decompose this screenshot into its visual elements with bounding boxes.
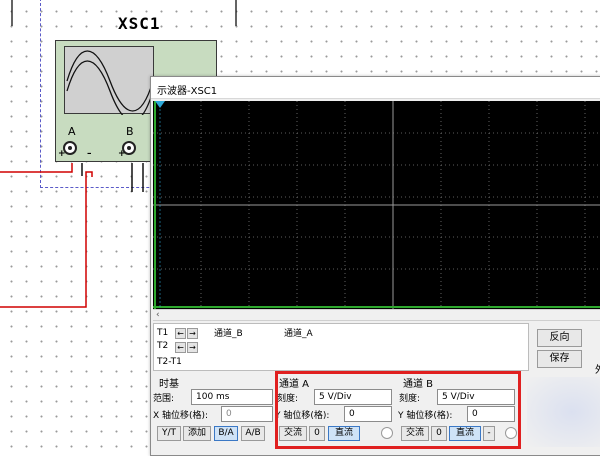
mode-ba-button[interactable]: B/A xyxy=(214,426,238,441)
reverse-button[interactable]: 反向 xyxy=(537,329,582,347)
t2-left-arrow-icon[interactable]: ← xyxy=(175,342,186,353)
scroll-left-icon[interactable]: ‹ xyxy=(156,310,166,320)
channel-b-terminal-label: B xyxy=(126,125,134,138)
oscilloscope-symbol-screen xyxy=(64,46,154,122)
channel-b-plus-sign: + xyxy=(118,149,126,159)
channel-a-minus-sign: – xyxy=(87,149,92,159)
mode-add-button[interactable]: 添加 xyxy=(183,426,211,441)
red-wire-right xyxy=(0,171,93,308)
t1-label: T1 xyxy=(157,328,169,338)
timebase-range-input[interactable]: 100 ms xyxy=(191,389,273,405)
watermark-decoration xyxy=(527,377,600,447)
channel-settings-highlight xyxy=(275,371,521,449)
t1-left-arrow-icon[interactable]: ← xyxy=(175,328,186,339)
timebase-range-label: 范围: xyxy=(153,394,175,404)
t2-label: T2 xyxy=(157,341,169,351)
save-button[interactable]: 保存 xyxy=(537,350,582,368)
t2-right-arrow-icon[interactable]: → xyxy=(187,342,198,353)
instrument-label: XSC1 xyxy=(118,14,161,33)
external-trigger-label: 外 xyxy=(595,361,600,376)
timebase-x-position-input[interactable]: 0 xyxy=(221,406,273,422)
oscilloscope-window: 示波器-XSC1 ‹ T1 T2 T2-T1 ← → ← → 通道_B 通道_A… xyxy=(150,76,600,456)
red-wire-top xyxy=(0,163,73,173)
timebase-x-position-label: X 轴位移(格): xyxy=(153,411,209,421)
mode-ab-button[interactable]: A/B xyxy=(241,426,265,441)
mode-yt-button[interactable]: Y/T xyxy=(157,426,181,441)
readout-column-channel-b: 通道_B xyxy=(214,329,243,339)
sine-wave-icon xyxy=(66,50,154,122)
window-title: 示波器-XSC1 xyxy=(157,86,218,97)
t2-t1-label: T2-T1 xyxy=(157,357,182,367)
channel-a-terminal-label: A xyxy=(68,125,76,138)
window-titlebar[interactable]: 示波器-XSC1 xyxy=(151,77,600,99)
timebase-title: 时基 xyxy=(159,379,179,390)
display-grid xyxy=(153,101,600,309)
readout-column-channel-a: 通道_A xyxy=(284,329,313,339)
channel-a-plus-sign: + xyxy=(58,149,66,159)
t1-right-arrow-icon[interactable]: → xyxy=(187,328,198,339)
oscilloscope-display[interactable] xyxy=(153,101,600,309)
display-scrollbar[interactable]: ‹ xyxy=(153,309,600,321)
cursor-readout-panel: T1 T2 T2-T1 ← → ← → 通道_B 通道_A xyxy=(153,323,529,371)
